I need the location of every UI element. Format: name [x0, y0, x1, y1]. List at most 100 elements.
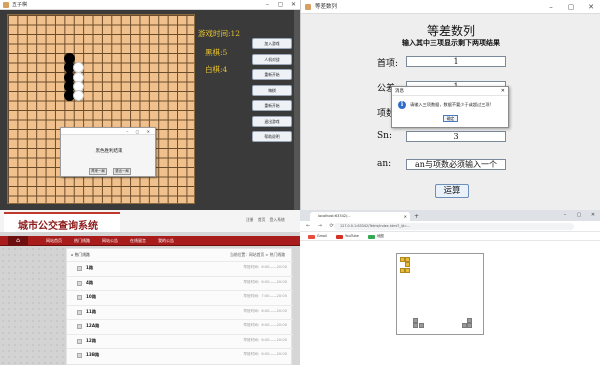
side-background: [0, 246, 66, 365]
maximize-icon[interactable]: ▢: [274, 0, 287, 10]
route-row[interactable]: 4路 早班时间：6:00——20:00: [67, 275, 293, 291]
browser-tab[interactable]: localhost:63342/... ✕: [310, 212, 410, 221]
window-controls: – ▢ ✕: [261, 0, 300, 10]
message-titlebar: 消息 ✕: [392, 87, 508, 96]
bookmarks-bar: Gmail YouTube 地图: [300, 232, 600, 241]
route-checkbox[interactable]: [77, 324, 82, 329]
route-time: 早班时间：6:00——20:00: [243, 279, 287, 284]
falling-block: [405, 257, 411, 262]
route-row[interactable]: 1路 早班时间：6:00——20:00: [67, 261, 293, 276]
youtube-icon: [336, 234, 343, 239]
route-name: 12A路: [86, 323, 100, 328]
play-again-button[interactable]: 再来一局: [89, 168, 107, 175]
top-links: 注册 首页 登入系统: [246, 217, 285, 223]
help-button[interactable]: 帮助说明: [252, 131, 292, 142]
nav-my-notices[interactable]: 我的公告: [158, 236, 174, 246]
page-title: 等差数列: [426, 24, 475, 38]
main-nav: ⌂ 网站首页 热门线路 网站公告 在线留言 我的公告: [0, 236, 300, 246]
restart-button[interactable]: 重新开始: [252, 69, 292, 80]
dialog-controls[interactable]: – ▢ ✕: [126, 128, 153, 135]
close-icon[interactable]: ✕: [501, 87, 505, 96]
route-time: 早班时间：6:00——20:00: [243, 352, 287, 356]
route-name: 1路: [86, 265, 94, 270]
tab-strip: localhost:63342/... ✕ + – ▢ ✕: [300, 210, 600, 221]
new-tab-icon[interactable]: +: [414, 212, 419, 221]
route-name: 11路: [86, 308, 97, 314]
route-row[interactable]: 13B路 早班时间：6:00——20:00: [67, 348, 293, 363]
nav-hot-routes[interactable]: 热门线路: [74, 236, 90, 246]
route-checkbox[interactable]: [77, 309, 82, 315]
logo-box: 城市公交查询系统: [4, 212, 120, 232]
home-link[interactable]: 首页: [258, 217, 266, 222]
window-controls: – ▢ ✕: [558, 210, 600, 220]
first-term-field[interactable]: 1: [406, 56, 506, 67]
falling-block: [400, 257, 405, 262]
close-icon[interactable]: ✕: [581, 0, 600, 14]
route-time: 早班时间：6:00——20:00: [243, 323, 287, 327]
tetris-board[interactable]: [396, 253, 484, 335]
site-header: 城市公交查询系统 注册 首页 登入系统: [0, 210, 300, 232]
close-icon[interactable]: ✕: [586, 210, 600, 220]
minimize-icon[interactable]: –: [558, 210, 572, 220]
settled-block: [413, 317, 419, 323]
arith-window: 等差数列 – ▢ ✕ 等差数列 输入其中三项显示剩下两项结果 首项: 1 公差:…: [300, 0, 600, 210]
home-icon[interactable]: ⌂: [8, 236, 28, 246]
undo-button[interactable]: 悔棋: [252, 84, 292, 96]
route-checkbox[interactable]: [77, 280, 82, 286]
quit-round-button[interactable]: 退出一局: [113, 168, 131, 175]
settled-block: [467, 317, 473, 323]
first-term-label: 首项:: [377, 59, 399, 69]
game-time-label: 游戏时间:12: [198, 29, 241, 38]
message-dialog: 消息 ✕ i 请输入三项数据，数据不要少于或超过三项! 确定: [391, 86, 509, 128]
sum-field[interactable]: 3: [406, 131, 506, 142]
bus-site: 城市公交查询系统 注册 首页 登入系统 ⌂ 网站首页 热门线路 网站公告 在线留…: [0, 210, 300, 365]
register-link[interactable]: 注册: [246, 217, 254, 222]
bookmark-maps[interactable]: 地图: [368, 233, 384, 240]
route-row[interactable]: 12A路 早班时间：6:00——20:00: [67, 319, 293, 334]
ok-button[interactable]: 确定: [443, 115, 458, 122]
minimize-icon[interactable]: –: [541, 0, 561, 14]
falling-block: [405, 267, 411, 273]
nav-home[interactable]: 网站首页: [46, 236, 62, 246]
route-checkbox[interactable]: [77, 295, 82, 300]
bookmark-youtube[interactable]: YouTube: [336, 233, 359, 240]
nav-messages[interactable]: 在线留言: [130, 236, 146, 246]
route-checkbox[interactable]: [77, 266, 82, 271]
route-name: 12路: [86, 337, 97, 343]
route-name: 13B路: [86, 352, 100, 357]
white-stone: [72, 90, 84, 102]
an-label: an:: [377, 159, 392, 169]
join-game-button[interactable]: 加入游戏: [252, 38, 292, 49]
restart-button-2[interactable]: 重新开始: [252, 100, 292, 111]
route-checkbox[interactable]: [77, 338, 82, 344]
nav-arrows-icon[interactable]: ← → ⟳: [306, 222, 337, 231]
maximize-icon[interactable]: ▢: [561, 0, 581, 14]
bookmark-gmail[interactable]: Gmail: [308, 233, 327, 240]
app-icon: [305, 4, 311, 10]
sum-label: Sn:: [377, 131, 392, 141]
route-row[interactable]: 10路 早班时间：7:00——20:00: [67, 290, 293, 305]
app-icon: [3, 2, 9, 8]
white-count-label: 白棋:4: [205, 65, 228, 74]
vs-computer-button[interactable]: 人机对战: [252, 53, 292, 65]
close-icon[interactable]: ✕: [287, 0, 300, 10]
route-checkbox[interactable]: [77, 353, 82, 358]
falling-block: [400, 267, 405, 273]
arith-window-title: 等差数列: [315, 4, 338, 10]
url-field[interactable]: 127.0.0.1:63342/Tetris/index.html?_ijt=.…: [334, 223, 574, 230]
compute-button[interactable]: 运算: [435, 184, 469, 198]
bookmark-label: Gmail: [317, 234, 327, 238]
nav-notices[interactable]: 网站公告: [102, 236, 118, 246]
exit-game-button[interactable]: 退出游戏: [252, 115, 292, 127]
route-row[interactable]: 12路 早班时间：6:00——20:00: [67, 333, 293, 349]
route-row[interactable]: 11路 早班时间：6:00——20:00: [67, 304, 293, 320]
dialog-titlebar: – ▢ ✕: [61, 128, 155, 135]
tab-close-icon[interactable]: ✕: [404, 212, 407, 221]
maps-icon: [368, 234, 375, 239]
maximize-icon[interactable]: ▢: [572, 210, 586, 220]
route-time: 早班时间：6:00——20:00: [243, 265, 287, 269]
login-link[interactable]: 登入系统: [270, 217, 285, 222]
minimize-icon[interactable]: –: [261, 0, 274, 10]
breadcrumb-label: 热门线路: [74, 252, 90, 257]
an-field[interactable]: an与项数必须输入一个: [406, 159, 506, 170]
